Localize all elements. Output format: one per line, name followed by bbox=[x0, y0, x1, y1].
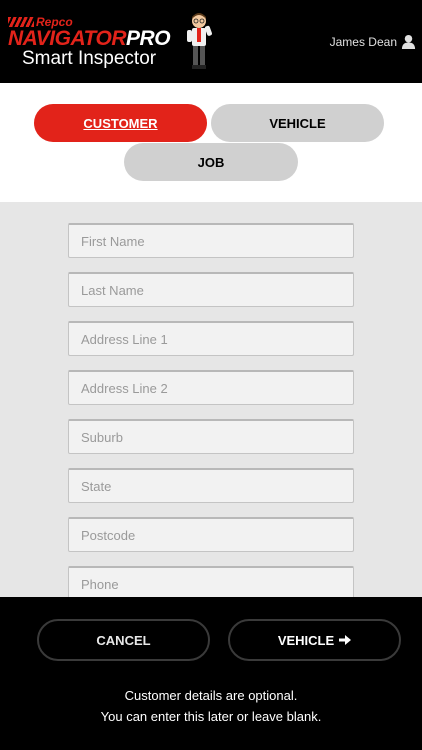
address-line-2-field[interactable] bbox=[68, 370, 354, 405]
optional-note-line-1: Customer details are optional. bbox=[124, 688, 298, 703]
postcode-field[interactable] bbox=[68, 517, 354, 552]
cancel-button[interactable]: CANCEL bbox=[37, 619, 210, 661]
app-header: Repco NAVIGATORPRO Smart Inspector James… bbox=[0, 0, 422, 83]
next-vehicle-button[interactable]: VEHICLE bbox=[228, 619, 401, 661]
cancel-button-label: CANCEL bbox=[96, 632, 151, 648]
app-name: Smart Inspector bbox=[22, 48, 157, 69]
mechanic-mascot-icon bbox=[187, 13, 212, 69]
user-icon bbox=[401, 34, 416, 49]
tab-customer[interactable]: CUSTOMER bbox=[34, 104, 207, 142]
suburb-field[interactable] bbox=[68, 419, 354, 454]
state-field[interactable] bbox=[68, 468, 354, 503]
tab-job[interactable]: JOB bbox=[124, 143, 298, 181]
last-name-field[interactable] bbox=[68, 272, 354, 307]
repco-stripes-icon bbox=[8, 17, 34, 27]
arrow-right-icon bbox=[339, 635, 352, 645]
section-tabs: CUSTOMER VEHICLE JOB bbox=[0, 83, 422, 202]
user-name: James Dean bbox=[329, 34, 397, 49]
tab-vehicle[interactable]: VEHICLE bbox=[211, 104, 384, 142]
brand-logo: Repco NAVIGATORPRO Smart Inspector bbox=[8, 15, 183, 70]
navigator-pro-wordmark: NAVIGATORPRO bbox=[8, 27, 171, 50]
address-line-1-field[interactable] bbox=[68, 321, 354, 356]
user-menu[interactable]: James Dean bbox=[330, 34, 416, 49]
optional-note-line-2: You can enter this later or leave blank. bbox=[100, 709, 322, 724]
phone-field[interactable] bbox=[68, 566, 354, 597]
first-name-field[interactable] bbox=[68, 223, 354, 258]
next-button-label: VEHICLE bbox=[277, 632, 335, 648]
action-footer: CANCEL VEHICLE Customer details are opti… bbox=[0, 597, 422, 750]
customer-form bbox=[0, 202, 422, 597]
